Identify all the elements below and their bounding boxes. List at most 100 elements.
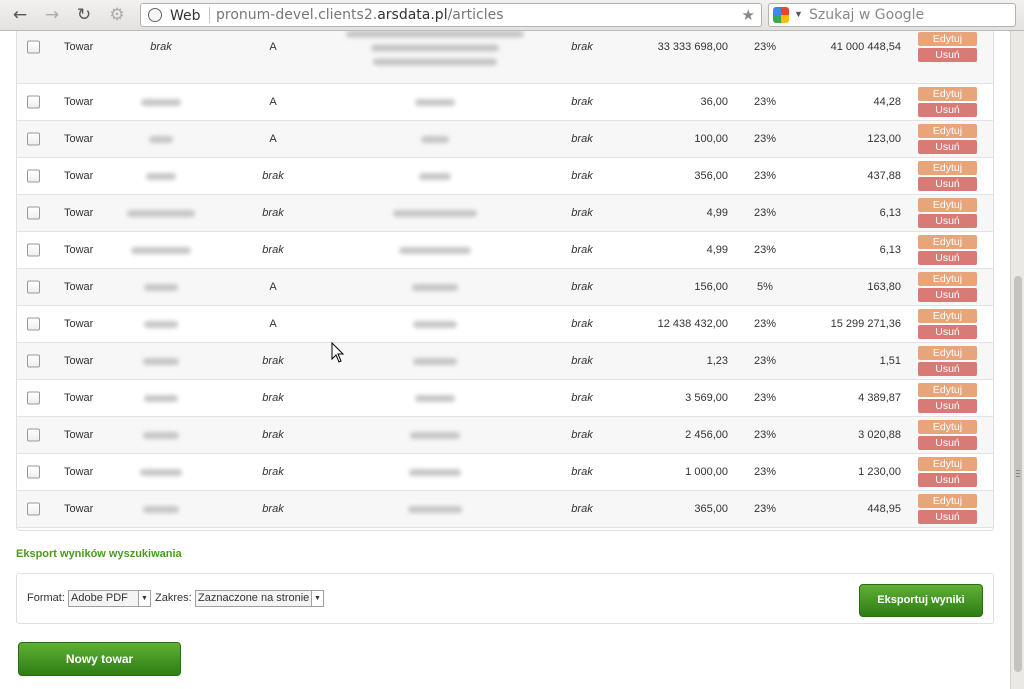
cell-type: Towar — [64, 41, 94, 53]
blurred-description — [418, 172, 451, 180]
new-item-button[interactable]: Nowy towar — [18, 642, 181, 676]
search-bar[interactable]: ▼ Szukaj w Google — [768, 3, 1016, 27]
edit-button[interactable]: Edytuj — [918, 32, 977, 46]
cell-gross-price: 163,80 — [867, 281, 901, 293]
edit-button[interactable]: Edytuj — [918, 198, 977, 212]
scrollbar-grip — [1016, 470, 1020, 471]
delete-button[interactable]: Usuń — [918, 325, 977, 339]
row-checkbox[interactable] — [27, 280, 40, 294]
edit-button[interactable]: Edytuj — [918, 494, 977, 508]
delete-button[interactable]: Usuń — [918, 103, 977, 117]
cell-net-price: 1 000,00 — [685, 466, 728, 478]
cell-vat: 23% — [753, 96, 777, 108]
edit-button[interactable]: Edytuj — [918, 420, 977, 434]
table-row: Towar brak Abrak 33 333 698,00 23% 41 000 448… — [17, 31, 993, 84]
cell-description — [337, 355, 532, 367]
row-checkbox[interactable] — [27, 391, 40, 405]
delete-button[interactable]: Usuń — [918, 362, 977, 376]
delete-button[interactable]: Usuń — [918, 473, 977, 487]
edit-button[interactable]: Edytuj — [918, 161, 977, 175]
cell-type: Towar — [64, 466, 94, 478]
search-input[interactable]: Szukaj w Google — [809, 7, 924, 23]
delete-button[interactable]: Usuń — [918, 251, 977, 265]
edit-button[interactable]: Edytuj — [918, 272, 977, 286]
cell-description — [337, 318, 532, 330]
range-select-value: Zaznaczone na stronie — [198, 592, 310, 604]
table-row: Towar brak brak 3 569,00 23% 4 389,87 Edytuj Us… — [17, 380, 993, 417]
scrollbar-thumb[interactable] — [1014, 276, 1022, 672]
edit-button[interactable]: Edytuj — [918, 235, 977, 249]
cell-description — [337, 96, 532, 108]
blurred-name — [140, 468, 182, 476]
table-row: Towar brak brak 1 000,00 23% 1 230,00 Edytuj Us… — [17, 454, 993, 491]
key-icon[interactable]: ⚙ — [106, 6, 128, 24]
edit-button[interactable]: Edytuj — [918, 87, 977, 101]
blurred-description — [412, 320, 457, 328]
edit-button[interactable]: Edytuj — [918, 457, 977, 471]
cell-unit: brak — [571, 41, 593, 53]
delete-button[interactable]: Usuń — [918, 510, 977, 524]
delete-button[interactable]: Usuń — [918, 288, 977, 302]
table-row: Towar Abrak 100,00 23% 123,00 Edytuj Usuń — [17, 121, 993, 158]
row-checkbox[interactable] — [27, 502, 40, 516]
page-scrollbar[interactable] — [1010, 31, 1024, 689]
blurred-name — [144, 320, 178, 328]
delete-button[interactable]: Usuń — [918, 214, 977, 228]
cell-type: Towar — [64, 355, 94, 367]
cell-net-price: 356,00 — [694, 170, 728, 182]
delete-button[interactable]: Usuń — [918, 177, 977, 191]
cell-name — [115, 503, 207, 515]
row-checkbox[interactable] — [27, 169, 40, 183]
row-checkbox[interactable] — [27, 95, 40, 109]
range-select[interactable]: Zaznaczone na stronie ▼ — [195, 590, 324, 607]
row-checkbox[interactable] — [27, 40, 40, 54]
bookmark-star-icon[interactable]: ★ — [742, 6, 755, 24]
row-actions: Edytuj Usuń — [918, 457, 977, 487]
edit-button[interactable]: Edytuj — [918, 346, 977, 360]
cell-group: A — [269, 281, 277, 293]
table-row: Towar Abrak 12 438 432,00 23% 15 299 271,36 E… — [17, 306, 993, 343]
cell-vat: 23% — [753, 318, 777, 330]
row-checkbox[interactable] — [27, 243, 40, 257]
edit-button[interactable]: Edytuj — [918, 383, 977, 397]
cell-gross-price: 437,88 — [867, 170, 901, 182]
cell-gross-price: 3 020,88 — [858, 429, 901, 441]
export-button[interactable]: Eksportuj wyniki — [859, 584, 983, 617]
chevron-down-icon: ▼ — [311, 591, 323, 606]
blurred-description — [407, 505, 462, 513]
chevron-down-icon[interactable]: ▼ — [794, 9, 803, 19]
row-actions: Edytuj Usuń — [918, 346, 977, 376]
address-bar[interactable]: Web pronum-devel.clients2.arsdata.pl/art… — [140, 3, 762, 27]
delete-button[interactable]: Usuń — [918, 140, 977, 154]
table-row: Towar brak brak 4,99 23% 6,13 Edytuj Usuń — [17, 195, 993, 232]
delete-button[interactable]: Usuń — [918, 436, 977, 450]
row-checkbox[interactable] — [27, 428, 40, 442]
row-actions: Edytuj Usuń — [918, 309, 977, 339]
blurred-description — [411, 283, 458, 291]
forward-icon[interactable]: → — [42, 6, 62, 24]
row-checkbox[interactable] — [27, 206, 40, 220]
back-icon[interactable]: ← — [10, 6, 30, 24]
format-select[interactable]: Adobe PDF ▼ — [68, 590, 151, 607]
cell-unit: brak — [571, 133, 593, 145]
delete-button[interactable]: Usuń — [918, 399, 977, 413]
cell-description — [337, 503, 532, 515]
cell-vat: 23% — [753, 466, 777, 478]
edit-button[interactable]: Edytuj — [918, 309, 977, 323]
reload-icon[interactable]: ↻ — [74, 6, 94, 24]
row-actions: Edytuj Usuń — [918, 198, 977, 228]
delete-button[interactable]: Usuń — [918, 48, 977, 62]
row-checkbox[interactable] — [27, 465, 40, 479]
row-checkbox[interactable] — [27, 354, 40, 368]
row-checkbox[interactable] — [27, 317, 40, 331]
cell-type: Towar — [64, 392, 94, 404]
url-text[interactable]: pronum-devel.clients2.arsdata.pl/article… — [216, 7, 504, 23]
blurred-description — [408, 468, 461, 476]
cell-group: brak — [262, 429, 284, 441]
cell-net-price: 156,00 — [694, 281, 728, 293]
blurred-name — [144, 394, 178, 402]
globe-icon — [148, 8, 162, 22]
edit-button[interactable]: Edytuj — [918, 124, 977, 138]
google-icon[interactable] — [773, 7, 789, 23]
row-checkbox[interactable] — [27, 132, 40, 146]
